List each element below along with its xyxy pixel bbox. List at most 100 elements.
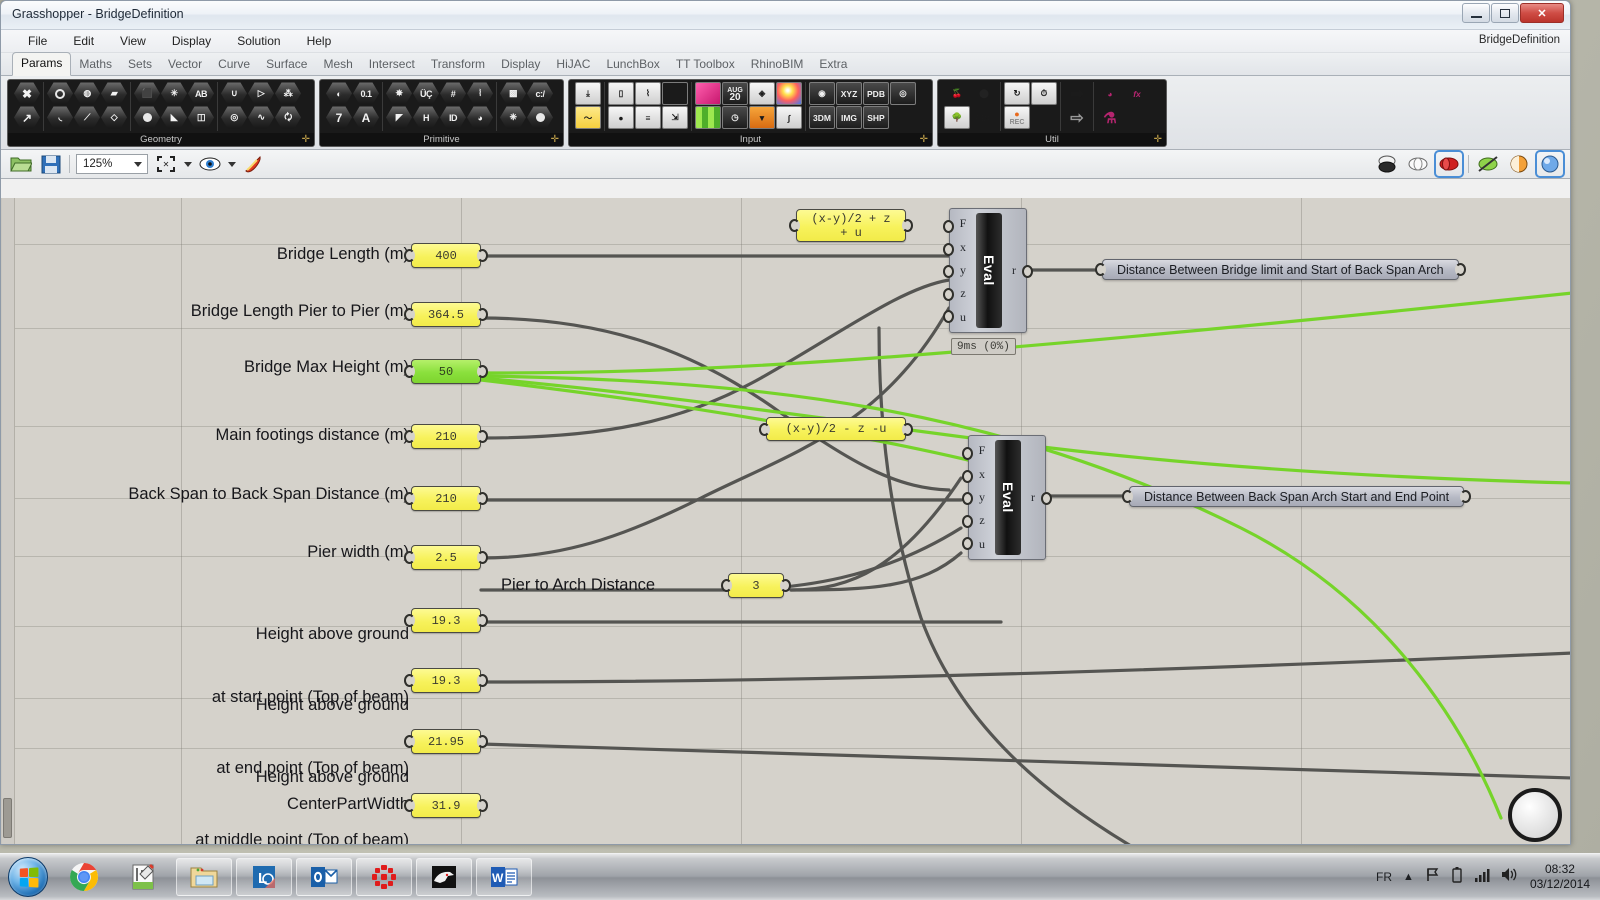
img-reader-icon[interactable]: IMG bbox=[836, 106, 862, 129]
zoom-extents-icon[interactable]: ✕ bbox=[154, 153, 178, 175]
slider-input-port[interactable] bbox=[404, 308, 415, 321]
maximize-button[interactable] bbox=[1491, 3, 1519, 23]
menu-item-help[interactable]: Help bbox=[294, 30, 345, 53]
scrollbar-thumb[interactable] bbox=[3, 798, 12, 838]
menu-item-file[interactable]: File bbox=[15, 30, 60, 53]
slider-input-port[interactable] bbox=[404, 365, 415, 378]
pdb-reader-icon[interactable]: PDB bbox=[863, 82, 889, 105]
eval-port-r[interactable] bbox=[1041, 492, 1052, 505]
taskbar-app-grasshopper[interactable] bbox=[356, 858, 412, 896]
unit-cell-icon[interactable]: ÜÇ bbox=[413, 82, 439, 105]
slider-bridge-length[interactable]: 400 bbox=[404, 243, 488, 268]
slider-input-port[interactable] bbox=[721, 579, 732, 592]
panel-output-port[interactable] bbox=[1460, 490, 1472, 503]
close-button[interactable]: ✕ bbox=[1520, 3, 1564, 23]
taskbar-app-word[interactable]: W bbox=[476, 858, 532, 896]
clock[interactable]: 08:32 03/12/2014 bbox=[1530, 862, 1590, 892]
expression-output-port[interactable] bbox=[902, 422, 913, 436]
network-flag-icon[interactable] bbox=[1425, 867, 1440, 887]
shaded-preview-off-icon[interactable] bbox=[1375, 153, 1399, 175]
expression-node-2[interactable]: (x-y)/2 - z -u bbox=[759, 417, 913, 441]
tab-display[interactable]: Display bbox=[493, 54, 548, 76]
atom-icon[interactable]: ◉ bbox=[809, 82, 835, 105]
eval-output-r[interactable]: r bbox=[1031, 490, 1035, 505]
show-hidden-icons[interactable]: ▲ bbox=[1403, 871, 1414, 883]
volume-icon[interactable] bbox=[1501, 867, 1519, 887]
id-icon[interactable]: ID bbox=[440, 106, 466, 129]
tab-tt-toolbox[interactable]: TT Toolbox bbox=[668, 54, 743, 76]
calendar-icon[interactable]: AUG 20 bbox=[722, 82, 748, 105]
vector-icon[interactable]: ↗ bbox=[14, 106, 40, 129]
control-point-icon[interactable]: ◇ bbox=[101, 106, 127, 129]
domain-icon[interactable]: ⦚ bbox=[467, 82, 493, 105]
menu-item-display[interactable]: Display bbox=[159, 30, 224, 53]
preview-render-icon[interactable] bbox=[1535, 150, 1565, 178]
color-wheel-icon[interactable] bbox=[776, 82, 802, 105]
arc-icon[interactable]: ◟ bbox=[47, 106, 73, 129]
graph-curve-icon[interactable]: ∫ bbox=[776, 106, 802, 129]
wireframe-preview-icon[interactable] bbox=[1406, 153, 1430, 175]
title-bar[interactable]: Grasshopper - BridgeDefinition ✕ bbox=[1, 1, 1570, 30]
point-icon[interactable]: ✖ bbox=[14, 82, 40, 105]
abc-script-icon[interactable]: ABC bbox=[971, 106, 997, 129]
preview-off-icon[interactable] bbox=[1476, 153, 1500, 175]
arrow-filled-icon[interactable]: ➡ bbox=[1064, 82, 1090, 105]
shaded-sphere-icon[interactable] bbox=[527, 106, 553, 129]
interval-icon[interactable]: H bbox=[413, 106, 439, 129]
signal-icon[interactable] bbox=[1474, 868, 1490, 887]
letter-icon[interactable]: A bbox=[353, 106, 379, 129]
shatter-icon[interactable]: ❈ bbox=[500, 106, 526, 129]
menu-item-edit[interactable]: Edit bbox=[60, 30, 107, 53]
button-icon[interactable]: ▯ bbox=[608, 82, 634, 105]
expand-geometry-icon[interactable]: ✛ bbox=[302, 133, 310, 146]
panel-input-port[interactable] bbox=[1095, 263, 1106, 276]
slider-input-port[interactable] bbox=[404, 614, 415, 627]
slider-height-end[interactable]: 19.3 bbox=[404, 668, 488, 693]
file-path-icon[interactable]: c:/ bbox=[527, 82, 553, 105]
eval-input-x[interactable]: x bbox=[979, 467, 985, 482]
eval-component-1[interactable]: F x y z u Eval r bbox=[943, 208, 1033, 333]
clock-icon[interactable]: ◕ bbox=[467, 106, 493, 129]
eval-input-y[interactable]: y bbox=[979, 490, 985, 505]
slider-output-port[interactable] bbox=[477, 249, 488, 262]
slider-input-port[interactable] bbox=[404, 735, 415, 748]
open-file-icon[interactable] bbox=[9, 153, 33, 175]
paintbrush-icon[interactable] bbox=[242, 153, 266, 175]
panel-icon[interactable] bbox=[662, 82, 688, 105]
zoom-extents-chevron-icon[interactable] bbox=[184, 161, 192, 167]
menu-item-solution[interactable]: Solution bbox=[224, 30, 293, 53]
taskbar-app-lync[interactable]: L bbox=[236, 858, 292, 896]
slider-output-port[interactable] bbox=[780, 579, 791, 592]
scatter-icon[interactable]: ⁂ bbox=[275, 82, 301, 105]
language-indicator[interactable]: FR bbox=[1376, 870, 1392, 884]
slider-input-port[interactable] bbox=[404, 674, 415, 687]
taskbar-app-rhino[interactable] bbox=[416, 858, 472, 896]
slider-output-port[interactable] bbox=[477, 365, 488, 378]
slider-output-port[interactable] bbox=[477, 551, 488, 564]
navigation-compass-icon[interactable] bbox=[1508, 788, 1562, 842]
eval-port-u[interactable] bbox=[943, 310, 954, 323]
star-burst-icon[interactable]: ✵ bbox=[386, 82, 412, 105]
swirl-icon[interactable]: 🗘 bbox=[275, 106, 301, 129]
book-icon[interactable]: ◫ bbox=[188, 106, 214, 129]
integer-icon[interactable]: 7 bbox=[326, 106, 352, 129]
eval-input-z[interactable]: z bbox=[979, 513, 984, 528]
slider-output-port[interactable] bbox=[477, 674, 488, 687]
slider-input-port[interactable] bbox=[404, 551, 415, 564]
eval-input-y[interactable]: y bbox=[960, 263, 966, 278]
tab-params[interactable]: Params bbox=[12, 52, 72, 76]
eval-component-2[interactable]: F x y z u Eval r bbox=[962, 435, 1052, 560]
tab-maths[interactable]: Maths bbox=[71, 54, 120, 76]
tab-sets[interactable]: Sets bbox=[120, 54, 160, 76]
eval-input-z[interactable]: z bbox=[960, 286, 965, 301]
slider-output-port[interactable] bbox=[477, 492, 488, 505]
grid-icon[interactable]: # bbox=[440, 82, 466, 105]
taskbar-app-notepadpp[interactable] bbox=[116, 858, 172, 896]
expression-output-port[interactable] bbox=[902, 219, 913, 232]
clock-black-icon[interactable]: ◷ bbox=[722, 106, 748, 129]
eval-input-u[interactable]: u bbox=[979, 537, 985, 552]
line-icon[interactable]: ⟋ bbox=[74, 106, 100, 129]
taskbar-app-explorer[interactable] bbox=[176, 858, 232, 896]
eval-port-y[interactable] bbox=[962, 492, 973, 505]
expression-input-port[interactable] bbox=[789, 219, 800, 232]
